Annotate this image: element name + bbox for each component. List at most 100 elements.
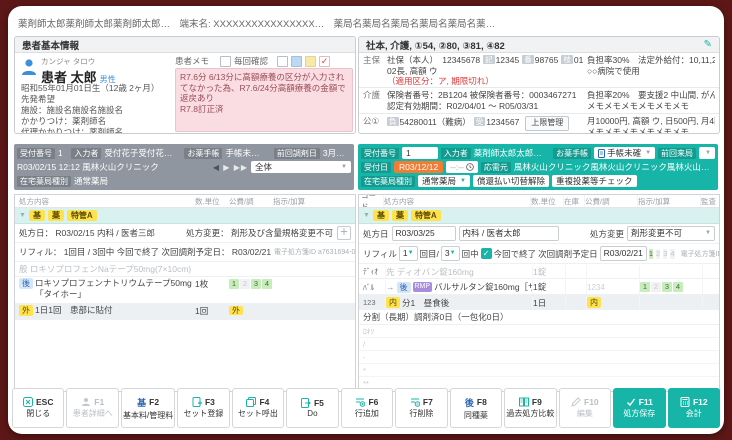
kohi-chip-1[interactable]: 1 bbox=[640, 282, 650, 292]
right-rx-date-row: 処方日 R03/03/25 内科 / 医者太郎 処方変更 剤形変更不可 ▼ bbox=[359, 224, 719, 244]
left-usage-row[interactable]: 外 1日1回 患部に貼付 1回 外 bbox=[15, 304, 355, 320]
prev-clinic: R03/02/15 12:12 風林火山クリニック bbox=[17, 162, 159, 172]
cur-input-label: 入力者 bbox=[440, 147, 471, 159]
flag-checkbox-yellow[interactable] bbox=[305, 55, 317, 67]
insurance-card: 社本, 介護, ①54, ②80, ③81, ④82 ✎ 主保 社保（本人） 1… bbox=[358, 36, 720, 134]
col-content: 処方内容 bbox=[383, 195, 530, 207]
refill-chip-3[interactable]: 3 bbox=[663, 248, 668, 259]
refill-chip-2[interactable]: 2 bbox=[656, 248, 661, 259]
refill-chip-4[interactable]: 4 bbox=[670, 248, 675, 259]
final-refill-checkbox[interactable]: ✓ bbox=[480, 248, 492, 259]
next-date-input[interactable]: R03/02/21 bbox=[599, 246, 647, 261]
patient-info-body: カンジャ タロウ 患者 太郎 男性 昭和55年01月01日生（12歳 2ヶ月） 先… bbox=[15, 53, 355, 133]
kohi-chip-2[interactable]: 2 bbox=[651, 282, 661, 292]
right-table-header: コード 処方内容 数.単位 在庫 公費/調 指示/加算 監査 bbox=[359, 195, 719, 208]
prev-no-label: 受付番号 bbox=[17, 147, 55, 159]
nav-last-icon[interactable]: ▶▶ bbox=[234, 163, 248, 172]
main-insurance-detail: 社保（本人） 12345678 記 12345 番 98765 枝 01 02長, 高額 ウ… bbox=[387, 55, 587, 86]
refill-total-select[interactable]: 3 ▼ bbox=[440, 246, 460, 261]
col-kansa: 監査 bbox=[700, 195, 719, 207]
flag-checkbox-white[interactable] bbox=[277, 55, 289, 67]
code-cell[interactable]: * bbox=[363, 366, 366, 375]
usage-row-internal[interactable]: 123 内分1 昼食後 1日 内 bbox=[359, 295, 719, 310]
duplicate-check-button[interactable]: 重複投薬等チェック bbox=[551, 175, 637, 187]
code-cell[interactable]: - bbox=[363, 353, 366, 362]
rx-change-select[interactable]: 剤形変更不可 ▼ bbox=[627, 226, 715, 241]
qty-cell: 1錠 bbox=[532, 265, 565, 278]
right-rx-group-header[interactable]: ▼ 基 薬 特管A bbox=[359, 208, 719, 224]
patient-memo-box[interactable]: R7.6分 6/13分に高額療養の区分が入力されてなかった為、R7.6/24分高… bbox=[175, 68, 353, 132]
reception-number-input[interactable]: 1 bbox=[402, 147, 438, 159]
oju-label: 応需元 bbox=[480, 161, 511, 173]
nav-next-icon[interactable]: ▶ bbox=[223, 163, 230, 172]
left-generic-name: 般 ロキソプロフェンNaテープ50mg(7×10cm) bbox=[19, 264, 192, 274]
drug-row-dio[interactable]: ﾃﾞｨｵ 先 ディオバン錠160mg 1錠 bbox=[359, 264, 719, 279]
add-line-button[interactable]: F6 行追加 bbox=[340, 388, 394, 428]
zaitaku-select[interactable]: 通常薬局 ▼ bbox=[418, 175, 470, 187]
drug-row-valsartan[interactable]: ﾊﾞﾙ →後RMPバルサルタン錠160mg［サンド］ 1錠 1234 1234 bbox=[359, 279, 719, 295]
left-rx-group-header[interactable]: ▼ 基 薬 特管A bbox=[15, 208, 355, 224]
reception-time-input[interactable]: --:-- bbox=[446, 161, 478, 173]
save-prescription-button[interactable]: F11 処方保存 bbox=[613, 388, 666, 428]
do-button[interactable]: F5 Do bbox=[286, 388, 339, 428]
flag-checkbox-blue[interactable] bbox=[291, 55, 303, 67]
kohi-chip-3[interactable]: 3 bbox=[662, 282, 672, 292]
code-cell[interactable]: ﾛｷｿ bbox=[363, 326, 374, 337]
rx-change-label: 処方変更 bbox=[589, 228, 624, 239]
rx-doctor-input[interactable]: 内科 / 医者太郎 bbox=[458, 226, 559, 241]
kohi-chip-4[interactable]: 4 bbox=[673, 282, 683, 292]
code-cell[interactable]: ** bbox=[363, 379, 369, 388]
kohi-memo: メモメモメモメモメモメモ bbox=[587, 126, 690, 134]
refill-count-select[interactable]: 1 ▼ bbox=[398, 246, 418, 261]
split-dispense-row[interactable]: 分割（長期）調剤済0日（一包化0日） bbox=[359, 310, 719, 325]
add-row-button[interactable]: ＋ bbox=[337, 226, 351, 240]
left-drug-row[interactable]: 後ロキソプロフェンナトリウムテープ50mg「タイホー」 1枚 1234 bbox=[15, 277, 355, 304]
external-tag: 外 bbox=[229, 306, 243, 315]
empty-rx-row[interactable]: ﾛｷｿ bbox=[359, 325, 719, 338]
edit-insurance-icon[interactable]: ✎ bbox=[704, 39, 712, 50]
techo-select[interactable]: 手帳未確 ▼ bbox=[594, 147, 656, 159]
collapse-triangle-icon[interactable]: ▼ bbox=[19, 212, 26, 219]
col-content: 処方内容 bbox=[19, 196, 49, 206]
code-cell[interactable]: ﾊﾞﾙ bbox=[363, 280, 385, 294]
left-generic-row[interactable]: 般 ロキソプロフェンNaテープ50mg(7×10cm) bbox=[15, 262, 355, 277]
past-rx-compare-button[interactable]: F9 過去処方比較 bbox=[504, 388, 557, 428]
basic-fee-button[interactable]: 基 F2 基本料/管理料 bbox=[120, 388, 176, 428]
kohi-chip-2[interactable]: 2 bbox=[240, 279, 250, 289]
code-cell[interactable]: ﾃﾞｨｵ bbox=[363, 265, 385, 278]
shokan-cancel-button[interactable]: 償還払い切替解除 bbox=[472, 175, 549, 187]
same-class-drug-button[interactable]: 後 F8 同種薬 bbox=[449, 388, 503, 428]
refill-chip-1[interactable]: 1 bbox=[648, 248, 654, 259]
collapse-triangle-icon[interactable]: ▼ bbox=[363, 212, 370, 219]
code-cell[interactable]: / bbox=[363, 340, 365, 349]
prev-techo-label: お薬手帳 bbox=[184, 147, 223, 159]
delete-line-button[interactable]: F7 行削除 bbox=[395, 388, 448, 428]
history-nav: ◀ ▶ ▶▶ bbox=[213, 163, 248, 172]
close-button[interactable]: ESC 閉じる bbox=[12, 388, 65, 428]
cur-input-value: 薬剤師太郎太郎太郎太… bbox=[473, 148, 551, 158]
code-cell[interactable]: 123 bbox=[363, 296, 385, 309]
reception-date-input[interactable]: R03/12/12 bbox=[394, 161, 444, 173]
flag-checkbox-checked[interactable]: ✓ bbox=[319, 55, 331, 67]
kohi-chip-3[interactable]: 3 bbox=[251, 279, 261, 289]
kohi-chip-4[interactable]: 4 bbox=[262, 279, 272, 289]
set-recall-button[interactable]: F4 セット呼出 bbox=[231, 388, 285, 428]
rx-date-input[interactable]: R03/03/25 bbox=[391, 226, 456, 241]
prev-zaitaku-value: 通常薬局 bbox=[74, 176, 109, 186]
main-hospital-note: ○○病院で使用 bbox=[587, 65, 640, 76]
col-qty: 数.単位 bbox=[530, 195, 563, 207]
empty-rx-row[interactable]: - bbox=[359, 351, 719, 364]
book-compare-icon bbox=[518, 397, 529, 407]
empty-rx-row[interactable]: * bbox=[359, 364, 719, 377]
limit-manage-button[interactable]: 上限管理 bbox=[525, 116, 570, 131]
empty-rx-row[interactable]: / bbox=[359, 338, 719, 351]
ki-chip: 記 bbox=[483, 55, 495, 64]
checkout-button[interactable]: F12 会計 bbox=[667, 388, 721, 428]
history-filter-select[interactable]: 全体 ▼ bbox=[251, 161, 351, 173]
set-register-button[interactable]: F3 セット登録 bbox=[177, 388, 230, 428]
kohi-chip-1[interactable]: 1 bbox=[229, 279, 239, 289]
nav-prev-icon[interactable]: ◀ bbox=[213, 163, 220, 172]
prev-visit-select[interactable]: ▼ bbox=[699, 147, 715, 159]
confirm-checkbox[interactable] bbox=[220, 55, 232, 67]
techo-select-value: 手帳未確 bbox=[607, 148, 642, 158]
